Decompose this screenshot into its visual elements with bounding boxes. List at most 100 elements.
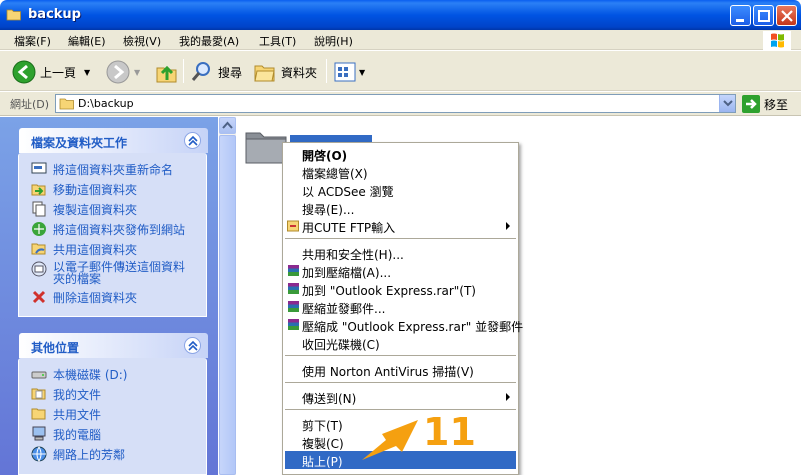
address-value: D:\backup xyxy=(78,97,134,110)
winrar-icon xyxy=(288,301,299,312)
minimize-icon xyxy=(736,19,744,22)
documents-icon xyxy=(31,388,46,400)
delete-icon xyxy=(32,290,46,304)
place-network[interactable]: 網路上的芳鄰 xyxy=(31,446,125,463)
task-copy-folder[interactable]: 複製這個資料夾 xyxy=(31,201,137,218)
menu-bar: 檔案(F) 編輯(E) 檢視(V) 我的最愛(A) 工具(T) 說明(H) xyxy=(0,30,801,50)
forward-button[interactable]: ▼ xyxy=(106,60,140,84)
submenu-arrow-icon xyxy=(506,222,510,230)
go-button[interactable]: 移至 xyxy=(742,95,788,113)
views-icon xyxy=(334,62,356,82)
email-icon xyxy=(31,261,47,277)
scroll-thumb[interactable] xyxy=(219,135,236,475)
copy-icon xyxy=(32,201,46,217)
task-label: 以電子郵件傳送這個資料夾的檔案 xyxy=(53,260,186,286)
menu-item-add-to-archive[interactable]: 加到壓縮檔(A)... xyxy=(285,262,516,280)
place-label: 我的文件 xyxy=(53,388,102,402)
chevron-down-icon xyxy=(723,100,733,107)
folders-button[interactable]: 資料夾 xyxy=(253,60,317,84)
computer-icon xyxy=(32,426,46,441)
menu-view[interactable]: 檢視(V) xyxy=(123,33,161,49)
views-button[interactable]: ▼ xyxy=(333,60,365,84)
file-folder-tasks-header[interactable]: 檔案及資料夾工作 xyxy=(19,128,208,153)
task-delete-folder[interactable]: 刪除這個資料夾 xyxy=(31,289,137,306)
collapse-button[interactable] xyxy=(184,337,201,354)
menu-item-acdsee[interactable]: 以 ACDSee 瀏覽 xyxy=(285,181,516,199)
task-label: 共用這個資料夾 xyxy=(53,243,138,257)
other-places-panel: 其他位置 本機磁碟 (D:) 我的文件 共用文件 我的電腦 網路上的芳鄰 xyxy=(18,333,208,475)
menu-item-search[interactable]: 搜尋(E)... xyxy=(285,199,516,217)
window-title: backup xyxy=(28,7,81,22)
views-dropdown-icon[interactable]: ▼ xyxy=(359,68,365,77)
menu-edit[interactable]: 編輯(E) xyxy=(68,33,106,49)
address-input[interactable]: D:\backup xyxy=(55,94,736,113)
place-my-documents[interactable]: 我的文件 xyxy=(31,386,101,403)
menu-item-eject[interactable]: 收回光碟機(C) xyxy=(285,334,516,352)
close-button[interactable] xyxy=(776,5,797,26)
menu-favorites[interactable]: 我的最愛(A) xyxy=(179,33,239,49)
scroll-up-button[interactable] xyxy=(219,117,236,134)
toolbar: 上一頁 ▼ ▼ 搜尋 資料夾 ▼ xyxy=(0,51,801,91)
menu-item-add-to-rar[interactable]: 加到 "Outlook Express.rar"(T) xyxy=(285,280,516,298)
up-folder-button[interactable] xyxy=(155,60,179,84)
task-share-folder[interactable]: 共用這個資料夾 xyxy=(31,241,137,258)
collapse-button[interactable] xyxy=(184,132,201,149)
folder-icon xyxy=(6,9,21,21)
menu-tools[interactable]: 工具(T) xyxy=(259,33,296,49)
up-folder-icon xyxy=(156,65,177,83)
task-publish-folder[interactable]: 將這個資料夾發佈到網站 xyxy=(31,221,185,238)
vertical-scrollbar[interactable] xyxy=(219,117,236,475)
menu-item-explore[interactable]: 檔案總管(X) xyxy=(285,163,516,181)
place-shared-documents[interactable]: 共用文件 xyxy=(31,406,101,423)
menu-item-cuteftp[interactable]: 用CUTE FTP輸入 xyxy=(285,217,516,235)
place-my-computer[interactable]: 我的電腦 xyxy=(31,426,101,443)
title-bar: backup xyxy=(0,0,801,30)
menu-item-compress-email[interactable]: 壓縮並發郵件... xyxy=(285,298,516,316)
task-move-folder[interactable]: 移動這個資料夾 xyxy=(31,181,137,198)
place-label: 共用文件 xyxy=(53,408,102,422)
task-email-folder[interactable]: 以電子郵件傳送這個資料夾的檔案 xyxy=(31,261,191,285)
back-button[interactable]: 上一頁 ▼ xyxy=(12,60,90,84)
publish-icon xyxy=(32,222,46,236)
task-rename-folder[interactable]: 將這個資料夾重新命名 xyxy=(31,161,173,178)
folders-label: 資料夾 xyxy=(281,65,318,80)
submenu-arrow-icon xyxy=(506,393,510,401)
forward-dropdown-icon[interactable]: ▼ xyxy=(134,68,140,77)
move-icon xyxy=(31,184,46,196)
file-folder-tasks-panel: 檔案及資料夾工作 將這個資料夾重新命名 移動這個資料夾 複製這個資料夾 將這個資… xyxy=(18,128,208,317)
menu-item-norton-scan[interactable]: 使用 Norton AntiVirus 掃描(V) xyxy=(285,361,516,379)
go-label: 移至 xyxy=(764,97,789,112)
shared-documents-icon xyxy=(31,408,46,420)
place-local-disk[interactable]: 本機磁碟 (D:) xyxy=(31,366,127,383)
go-arrow-icon xyxy=(742,95,760,113)
menu-item-send-to[interactable]: 傳送到(N) xyxy=(285,388,516,406)
maximize-button[interactable] xyxy=(753,5,774,26)
task-pane: 檔案及資料夾工作 將這個資料夾重新命名 移動這個資料夾 複製這個資料夾 將這個資… xyxy=(0,117,218,475)
address-label: 網址(D) xyxy=(10,98,50,111)
task-label: 將這個資料夾重新命名 xyxy=(53,163,174,177)
minimize-button[interactable] xyxy=(730,5,751,26)
back-dropdown-icon[interactable]: ▼ xyxy=(84,68,90,77)
annotation-number: 11 xyxy=(423,410,476,454)
search-icon xyxy=(191,62,210,81)
share-icon xyxy=(31,243,46,255)
place-label: 我的電腦 xyxy=(53,428,102,442)
rename-icon xyxy=(31,162,47,174)
forward-arrow-icon xyxy=(106,60,130,84)
winrar-icon xyxy=(288,283,299,294)
menu-item-compress-rar-email[interactable]: 壓縮成 "Outlook Express.rar" 並發郵件 xyxy=(285,316,523,334)
back-label: 上一頁 xyxy=(40,65,77,80)
menu-file[interactable]: 檔案(F) xyxy=(14,33,51,49)
folder-icon xyxy=(59,98,74,110)
other-places-header[interactable]: 其他位置 xyxy=(19,333,208,358)
address-dropdown-button[interactable] xyxy=(719,95,735,112)
search-button[interactable]: 搜尋 xyxy=(190,60,242,84)
back-arrow-icon xyxy=(12,60,36,84)
menu-item-open[interactable]: 開啓(O) xyxy=(285,145,516,163)
double-chevron-up-icon xyxy=(188,340,198,351)
cuteftp-icon xyxy=(287,220,299,232)
chevron-up-icon xyxy=(222,121,233,129)
network-icon xyxy=(31,446,47,462)
menu-item-sharing-security[interactable]: 共用和安全性(H)... xyxy=(285,244,516,262)
menu-help[interactable]: 說明(H) xyxy=(314,33,353,49)
